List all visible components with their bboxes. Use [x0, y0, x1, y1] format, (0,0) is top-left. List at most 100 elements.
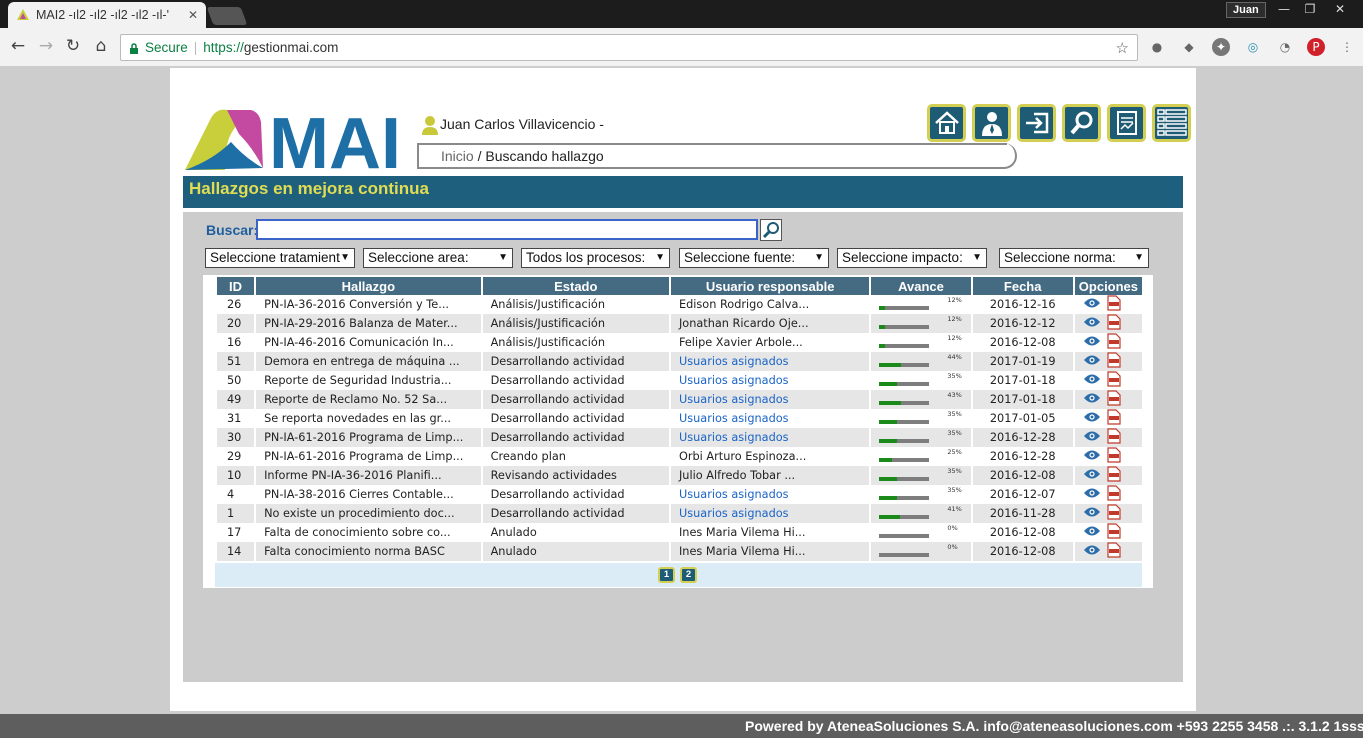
report-nav-button[interactable] — [1107, 104, 1146, 142]
cell-hallazgo[interactable]: Falta de conocimiento sobre co... — [256, 523, 481, 542]
filter-procesos-select[interactable]: Todos los procesos: ▼ — [521, 248, 670, 268]
column-header-fecha[interactable]: Fecha — [972, 277, 1073, 295]
home-nav-button[interactable] — [927, 104, 966, 142]
assigned-users-link[interactable]: Usuarios asignados — [679, 412, 789, 425]
view-eye-icon[interactable] — [1083, 297, 1101, 312]
search-input[interactable] — [256, 219, 758, 240]
restore-icon[interactable]: ❐ — [1296, 0, 1324, 20]
cell-hallazgo[interactable]: PN-IA-46-2016 Comunicación In... — [256, 333, 481, 352]
view-eye-icon[interactable] — [1083, 449, 1101, 464]
logout-nav-button[interactable] — [1017, 104, 1056, 142]
footer: Powered by AteneaSoluciones S.A. info@at… — [0, 714, 1363, 738]
view-eye-icon[interactable] — [1083, 506, 1101, 521]
progress-indicator: 44% — [879, 352, 970, 371]
compass-icon[interactable]: ✦ — [1212, 38, 1230, 56]
extension-swirl-icon[interactable]: ◎ — [1244, 38, 1262, 56]
view-eye-icon[interactable] — [1083, 392, 1101, 407]
table-row: 14 Falta conocimiento norma BASC Anulado In… — [217, 542, 1142, 561]
browser-tab[interactable]: MAI2 -ıl2 -ıl2 -ıl2 -ıl2 -ıl-' ✕ — [8, 2, 206, 28]
cell-fecha: 2016-12-28 — [972, 447, 1073, 466]
assigned-users-link[interactable]: Usuarios asignados — [679, 374, 789, 387]
cell-hallazgo[interactable]: PN-IA-38-2016 Cierres Contable... — [256, 485, 481, 504]
table-row: 51 Demora en entrega de máquina ... Desarr… — [217, 352, 1142, 371]
cell-hallazgo[interactable]: PN-IA-29-2016 Balanza de Mater... — [256, 314, 481, 333]
column-header-avance[interactable]: Avance — [871, 277, 971, 295]
assigned-users-link[interactable]: Usuarios asignados — [679, 431, 789, 444]
menu-dots-icon[interactable]: ⋮ — [1338, 38, 1356, 56]
pdf-document-icon[interactable] — [1107, 428, 1121, 447]
mai-logo[interactable]: MAI — [183, 104, 403, 184]
cell-hallazgo[interactable]: PN-IA-61-2016 Programa de Limp... — [256, 447, 481, 466]
speedometer-icon[interactable]: ◔ — [1276, 38, 1294, 56]
pdf-document-icon[interactable] — [1107, 466, 1121, 485]
back-arrow-icon[interactable]: ← — [8, 36, 28, 56]
column-header-usuario[interactable]: Usuario responsable — [670, 277, 870, 295]
pdf-document-icon[interactable] — [1107, 390, 1121, 409]
pdf-document-icon[interactable] — [1107, 447, 1121, 466]
column-header-estado[interactable]: Estado — [482, 277, 669, 295]
pdf-document-icon[interactable] — [1107, 295, 1121, 314]
filter-impacto-select[interactable]: Seleccione impacto: ▼ — [837, 248, 987, 268]
column-header-hallazgo[interactable]: Hallazgo — [256, 277, 481, 295]
cell-hallazgo[interactable]: Reporte de Reclamo No. 52 Sa... — [256, 390, 481, 409]
tab-close-icon[interactable]: ✕ — [188, 8, 198, 22]
cell-hallazgo[interactable]: Demora en entrega de máquina ... — [256, 352, 481, 371]
minimize-icon[interactable]: — — [1270, 0, 1298, 20]
pdf-document-icon[interactable] — [1107, 542, 1121, 561]
pdf-document-icon[interactable] — [1107, 333, 1121, 352]
filter-tratamiento-select[interactable]: Seleccione tratamient ▼ — [205, 248, 355, 268]
profile-nav-button[interactable] — [972, 104, 1011, 142]
reload-icon[interactable]: ↻ — [63, 36, 83, 56]
assigned-users-link[interactable]: Usuarios asignados — [679, 393, 789, 406]
page-1-button[interactable]: 1 — [658, 567, 675, 583]
breadcrumb-home-link[interactable]: Inicio — [441, 148, 474, 164]
user-name[interactable]: Juan Carlos Villavicencio - — [440, 116, 604, 132]
cell-hallazgo[interactable]: Informe PN-IA-36-2016 Planifi... — [256, 466, 481, 485]
search-button[interactable] — [760, 219, 782, 241]
view-eye-icon[interactable] — [1083, 316, 1101, 331]
dropbox-icon[interactable]: ◆ — [1180, 38, 1198, 56]
pdf-document-icon[interactable] — [1107, 485, 1121, 504]
view-eye-icon[interactable] — [1083, 335, 1101, 350]
column-header-id[interactable]: ID — [217, 277, 255, 295]
pdf-document-icon[interactable] — [1107, 352, 1121, 371]
cell-hallazgo[interactable]: PN-IA-61-2016 Programa de Limp... — [256, 428, 481, 447]
profile-button[interactable]: Juan — [1226, 2, 1266, 18]
pdf-document-icon[interactable] — [1107, 371, 1121, 390]
cell-hallazgo[interactable]: Se reporta novedades en las gr... — [256, 409, 481, 428]
assigned-users-link[interactable]: Usuarios asignados — [679, 355, 789, 368]
view-eye-icon[interactable] — [1083, 487, 1101, 502]
assigned-users-link[interactable]: Usuarios asignados — [679, 507, 789, 520]
page-2-button[interactable]: 2 — [680, 567, 697, 583]
view-eye-icon[interactable] — [1083, 354, 1101, 369]
view-eye-icon[interactable] — [1083, 525, 1101, 540]
list-nav-button[interactable] — [1152, 104, 1191, 142]
pinterest-icon[interactable]: P — [1307, 38, 1325, 56]
pdf-document-icon[interactable] — [1107, 409, 1121, 428]
home-icon[interactable]: ⌂ — [91, 36, 111, 56]
cell-hallazgo[interactable]: No existe un procedimiento doc... — [256, 504, 481, 523]
forward-arrow-icon[interactable]: → — [36, 36, 56, 56]
view-eye-icon[interactable] — [1083, 468, 1101, 483]
search-nav-button[interactable] — [1062, 104, 1101, 142]
filter-fuente-select[interactable]: Seleccione fuente: ▼ — [679, 248, 829, 268]
filter-norma-select[interactable]: Seleccione norma: ▼ — [999, 248, 1149, 268]
assigned-users-link[interactable]: Usuarios asignados — [679, 488, 789, 501]
pdf-document-icon[interactable] — [1107, 523, 1121, 542]
cell-hallazgo[interactable]: Reporte de Seguridad Industria... — [256, 371, 481, 390]
bookmark-star-icon[interactable]: ☆ — [1116, 39, 1129, 57]
view-eye-icon[interactable] — [1083, 430, 1101, 445]
pdf-document-icon[interactable] — [1107, 314, 1121, 333]
view-eye-icon[interactable] — [1083, 373, 1101, 388]
filter-area-select[interactable]: Seleccione area: ▼ — [363, 248, 513, 268]
cell-hallazgo[interactable]: PN-IA-36-2016 Conversión y Te... — [256, 295, 481, 314]
view-eye-icon[interactable] — [1083, 544, 1101, 559]
window-close-icon[interactable]: ✕ — [1326, 0, 1354, 20]
new-tab-button[interactable] — [206, 7, 248, 25]
pdf-document-icon[interactable] — [1107, 504, 1121, 523]
cell-hallazgo[interactable]: Falta conocimiento norma BASC — [256, 542, 481, 561]
progress-fill — [879, 344, 886, 348]
address-bar[interactable]: Secure | https:// gestionmai.com ☆ — [120, 34, 1138, 61]
extension-icon[interactable]: ● — [1148, 38, 1166, 56]
view-eye-icon[interactable] — [1083, 411, 1101, 426]
